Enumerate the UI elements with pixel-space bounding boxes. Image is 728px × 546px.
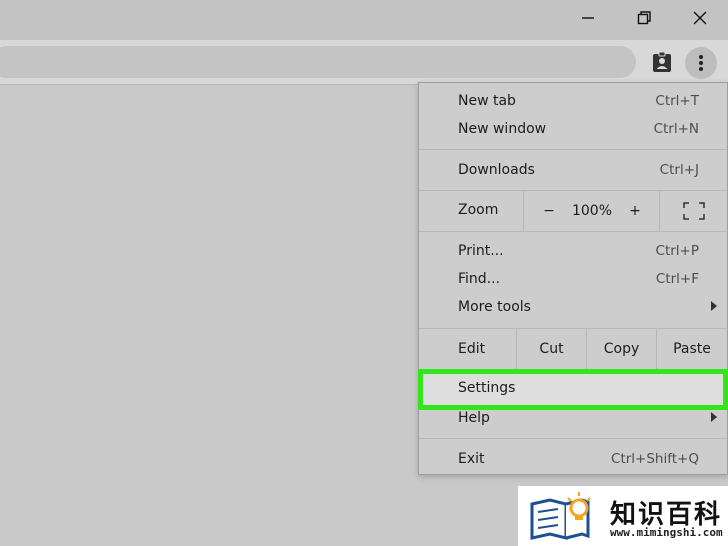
menu-item-exit[interactable]: Exit Ctrl+Shift+Q (419, 446, 727, 474)
menu-item-label: Exit (458, 451, 485, 467)
submenu-arrow-icon (711, 301, 717, 311)
fullscreen-icon (683, 202, 705, 220)
menu-item-new-window[interactable]: New window Ctrl+N (419, 116, 727, 144)
zoom-label: Zoom (458, 202, 499, 218)
menu-separator (419, 149, 727, 150)
zoom-in-label: + (629, 203, 641, 219)
menu-item-new-tab[interactable]: New tab Ctrl+T (419, 88, 727, 116)
profile-badge-icon (653, 51, 671, 72)
menu-item-shortcut: Ctrl+J (659, 162, 699, 178)
cell-divider (659, 191, 660, 231)
menu-item-label: Print... (458, 243, 504, 259)
menu-item-label: More tools (458, 299, 531, 315)
address-bar[interactable] (0, 46, 636, 78)
cell-divider (523, 191, 524, 231)
zoom-in-button[interactable]: + (621, 191, 649, 231)
close-button[interactable] (677, 0, 723, 36)
menu-item-label: Downloads (458, 162, 535, 178)
minimize-button[interactable] (565, 0, 611, 36)
submenu-arrow-icon (711, 412, 717, 422)
minimize-icon (582, 17, 594, 19)
profile-button[interactable] (648, 48, 676, 76)
menu-item-label: New tab (458, 93, 516, 109)
restore-button[interactable] (621, 0, 667, 36)
menu-item-more-tools[interactable]: More tools (419, 294, 727, 322)
menu-separator (419, 231, 727, 232)
menu-item-label: Help (458, 410, 490, 426)
menu-item-shortcut: Ctrl+F (655, 271, 699, 287)
menu-item-label: Settings (458, 380, 516, 396)
zoom-out-button[interactable]: − (535, 191, 563, 231)
copy-label: Copy (603, 341, 640, 357)
menu-separator (419, 438, 727, 439)
cut-button[interactable]: Cut (517, 329, 586, 369)
menu-item-settings[interactable]: Settings (418, 369, 728, 410)
title-bar (0, 0, 728, 40)
menu-item-print[interactable]: Print... Ctrl+P (419, 238, 727, 266)
close-icon (693, 11, 707, 25)
cut-label: Cut (539, 341, 564, 357)
more-vert-icon (699, 55, 703, 71)
zoom-level: 100% (567, 191, 617, 231)
menu-item-shortcut: Ctrl+P (655, 243, 699, 259)
paste-label: Paste (673, 341, 711, 357)
menu-item-shortcut: Ctrl+N (653, 121, 699, 137)
watermark-logo: 知识百科 www.mimingshi.com (518, 486, 728, 546)
menu-item-shortcut: Ctrl+Shift+Q (611, 451, 699, 467)
zoom-value: 100% (571, 203, 613, 219)
browser-toolbar (0, 40, 728, 85)
menu-item-shortcut: Ctrl+T (655, 93, 699, 109)
menu-item-label: New window (458, 121, 547, 137)
edit-label: Edit (458, 341, 486, 357)
menu-item-label: Find... (458, 271, 501, 287)
menu-button[interactable] (685, 47, 717, 79)
book-lightbulb-icon (530, 492, 591, 540)
copy-button[interactable]: Copy (587, 329, 656, 369)
fullscreen-button[interactable] (674, 191, 714, 231)
menu-item-downloads[interactable]: Downloads Ctrl+J (419, 157, 727, 185)
paste-button[interactable]: Paste (657, 329, 727, 369)
menu-item-find[interactable]: Find... Ctrl+F (419, 266, 727, 294)
chrome-menu: New tab Ctrl+T New window Ctrl+N Downloa… (418, 82, 728, 475)
logo-url: www.mimingshi.com (610, 526, 723, 539)
zoom-out-label: − (543, 203, 555, 219)
restore-icon (637, 11, 651, 25)
